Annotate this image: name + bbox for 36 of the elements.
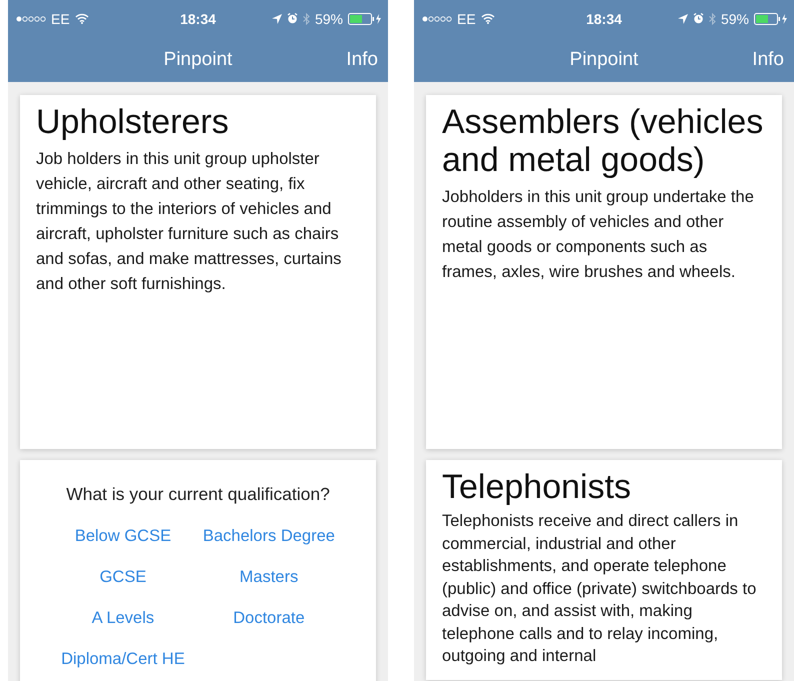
qualification-option[interactable]: A Levels [59,605,187,632]
battery-percentage: 59% [314,10,343,26]
battery-percentage: 59% [720,10,749,26]
location-arrow-icon [272,14,282,24]
bluetooth-icon [708,12,716,24]
qualification-option[interactable]: Below GCSE [59,523,187,550]
occupation-description: Jobholders in this unit group undertake the routine assembly of vehicles and other metal goods or components such as frames, axles, wire brushes and wheels. [442,187,755,283]
battery-charging-icon [348,12,382,24]
carrier-name: EE [457,10,476,26]
status-time: 18:34 [180,10,216,26]
qualification-option[interactable]: Diploma/Cert HE [59,646,187,673]
wifi-icon [480,13,495,24]
location-arrow-icon [678,14,688,24]
alarm-clock-icon [286,13,298,24]
bluetooth-icon [302,12,310,24]
occupation-title: Assemblers (vehicles and metal goods) [442,103,764,179]
signal-icon [422,16,452,22]
occupation-description: Telephonists receive and direct callers in commercial, industrial and other establishments, and operate telephone (public) and office (private) switchboards to advise on, and assist with, making telephone calls and to relay incoming, outgoing and internal [442,511,758,667]
qualification-option[interactable]: Masters [200,564,337,591]
nav-title: Pinpoint [570,48,638,70]
occupation-description: Job holders in this unit group upholster vehicle, aircraft and other seating, fix trimmings to the interiors of vehicles and aircraft, upholster furniture such as chairs and sofas, and make mattresses, curtains and other soft furnishings. [36,149,342,295]
occupation-title: Telephonists [442,468,632,506]
signal-icon [16,16,46,22]
qualification-option[interactable]: GCSE [59,564,187,591]
info-button[interactable]: Info [342,46,382,72]
qualification-option[interactable]: Bachelors Degree [200,523,337,550]
info-button[interactable]: Info [748,46,788,72]
qualification-option[interactable]: Doctorate [200,605,337,632]
battery-charging-icon [754,12,788,24]
carrier-name: EE [51,10,70,26]
occupation-title: Upholsterers [36,103,230,141]
question-text: What is your current qualification? [65,484,331,505]
nav-title: Pinpoint [164,48,232,70]
wifi-icon [74,13,89,24]
alarm-clock-icon [692,13,704,24]
status-time: 18:34 [586,10,622,26]
